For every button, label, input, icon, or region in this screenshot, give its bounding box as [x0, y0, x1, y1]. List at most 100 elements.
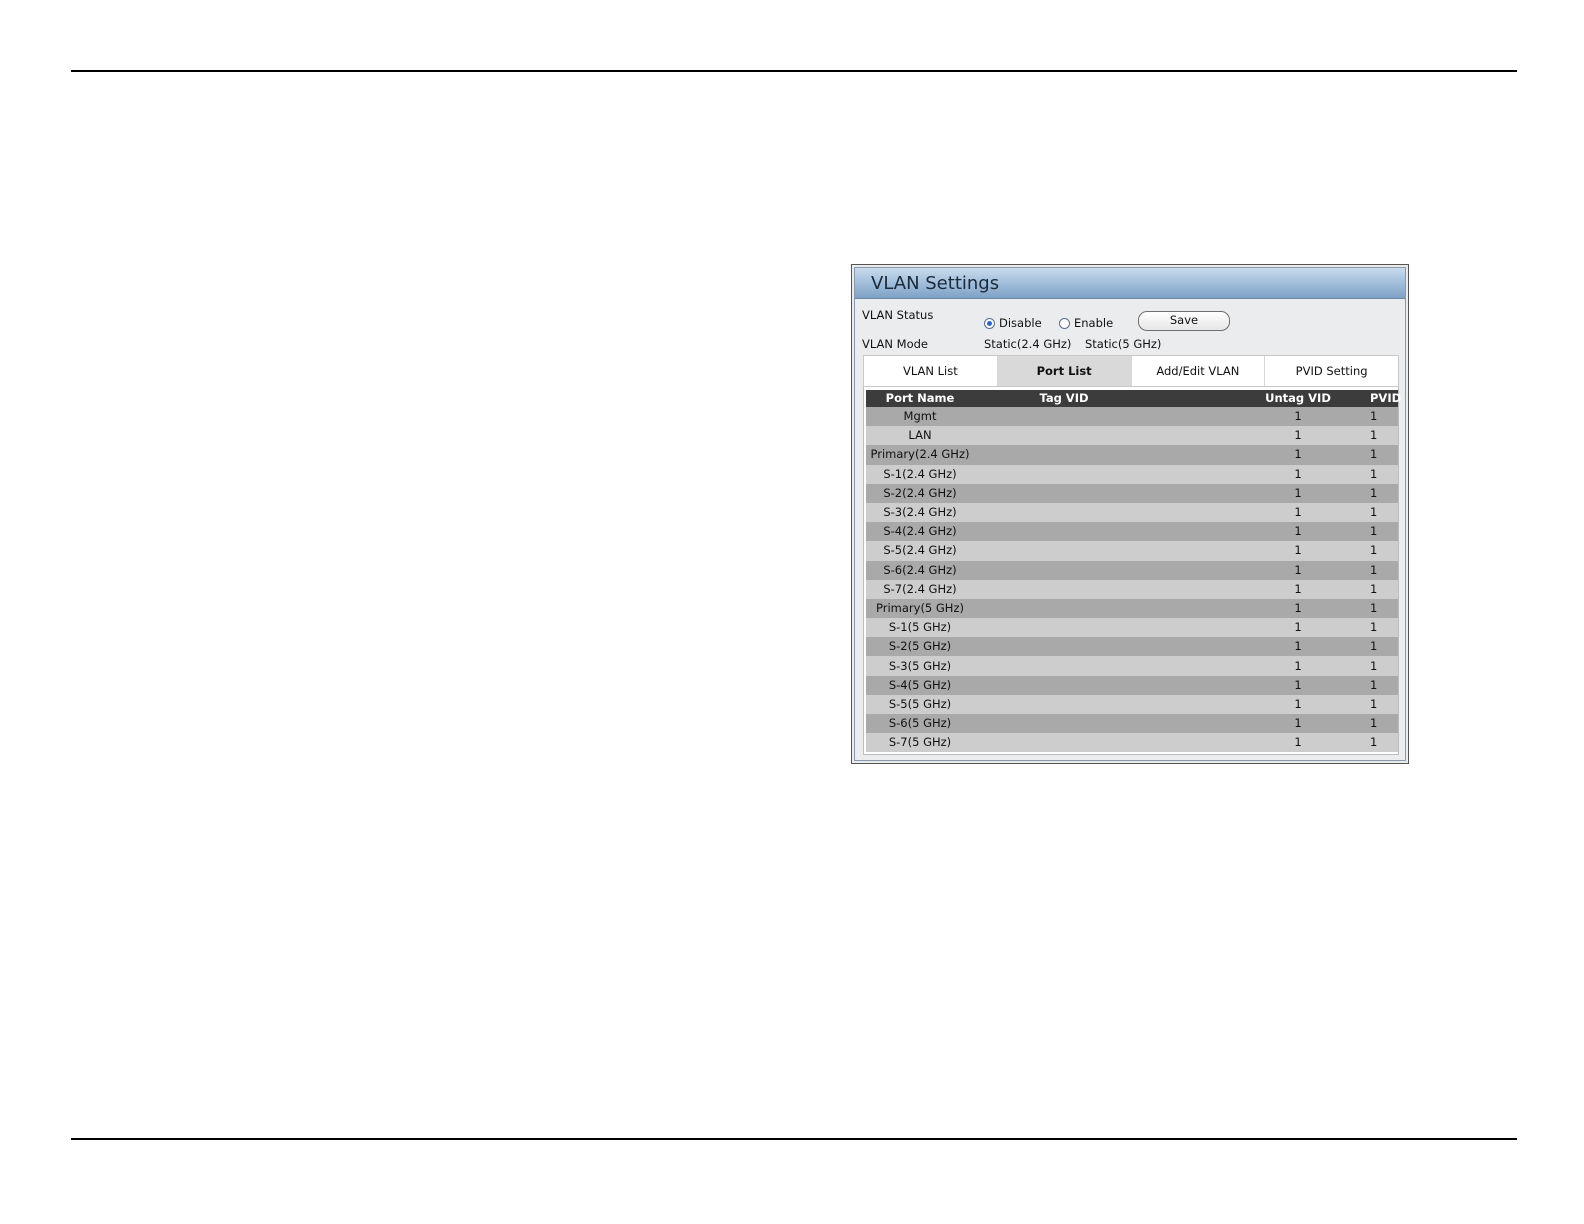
tab-pvid-setting[interactable]: PVID Setting: [1265, 356, 1398, 386]
cell-untag-vid: 1: [1294, 428, 1302, 443]
cell-tag-vid: [974, 733, 1226, 752]
table-row: S-6(5 GHz) 1 1: [866, 714, 1398, 734]
cell-port-name: S-2(5 GHz): [888, 639, 952, 654]
cell-tag-vid: [974, 522, 1226, 541]
cell-pvid: 1: [1370, 447, 1378, 462]
cell-port-name: Mgmt: [903, 409, 937, 424]
cell-port-name: S-1(2.4 GHz): [883, 466, 957, 481]
radio-disable[interactable]: Disable: [984, 316, 1042, 330]
cell-pvid: 1: [1370, 677, 1378, 692]
cell-untag-vid: 1: [1294, 466, 1302, 481]
cell-tag-vid: [974, 695, 1226, 714]
col-port-name: Port Name: [885, 391, 955, 405]
cell-pvid: 1: [1370, 428, 1378, 443]
cell-tag-vid: [974, 407, 1226, 426]
table-body: Mgmt 1 1 LAN 1 1 Primary(2.4 GHz) 1 1 S-1(2.4 GHz…: [866, 407, 1398, 753]
vlan-settings-body: VLAN Settings VLAN Status Disable Enable…: [854, 267, 1406, 761]
cell-pvid: 1: [1370, 600, 1378, 615]
cell-port-name: Primary(5 GHz): [876, 600, 964, 615]
table-row: S-4(2.4 GHz) 1 1: [866, 522, 1398, 542]
table-row: S-2(2.4 GHz) 1 1: [866, 483, 1398, 503]
save-button[interactable]: Save: [1138, 311, 1230, 331]
vlan-mode-5ghz: Static(5 GHz): [1085, 337, 1162, 351]
tab-vlan-list[interactable]: VLAN List: [864, 356, 998, 386]
vlan-mode-24ghz: Static(2.4 GHz): [984, 337, 1072, 351]
cell-port-name: S-4(2.4 GHz): [883, 524, 957, 539]
cell-tag-vid: [974, 676, 1226, 695]
cell-port-name: S-7(5 GHz): [888, 735, 952, 750]
table-row: S-2(5 GHz) 1 1: [866, 637, 1398, 657]
table-header-row: Port Name Tag VID Untag VID PVID: [866, 390, 1402, 407]
cell-untag-vid: 1: [1294, 658, 1302, 673]
cell-pvid: 1: [1370, 543, 1378, 558]
table-row: S-4(5 GHz) 1 1: [866, 675, 1398, 695]
bottom-rule: [71, 1138, 1517, 1140]
top-rule: [71, 70, 1517, 72]
cell-pvid: 1: [1370, 735, 1378, 750]
cell-untag-vid: 1: [1294, 581, 1302, 596]
cell-untag-vid: 1: [1294, 524, 1302, 539]
cell-untag-vid: 1: [1294, 639, 1302, 654]
port-list-table: Port Name Tag VID Untag VID PVID Mgmt 1 1 L…: [866, 390, 1402, 753]
cell-pvid: 1: [1370, 466, 1378, 481]
cell-untag-vid: 1: [1294, 716, 1302, 731]
table-row: S-1(2.4 GHz) 1 1: [866, 464, 1398, 484]
tab-port-list[interactable]: Port List: [997, 356, 1132, 386]
vlan-mode-label: VLAN Mode: [862, 337, 928, 351]
cell-port-name: LAN: [908, 428, 932, 443]
cell-pvid: 1: [1370, 485, 1378, 500]
cell-pvid: 1: [1370, 658, 1378, 673]
cell-tag-vid: [974, 561, 1226, 580]
cell-port-name: S-5(5 GHz): [888, 696, 952, 711]
cell-tag-vid: [974, 714, 1226, 733]
table-row: S-7(2.4 GHz) 1 1: [866, 579, 1398, 599]
col-tag-vid: Tag VID: [1039, 391, 1089, 405]
tab-add-edit-vlan[interactable]: Add/Edit VLAN: [1131, 356, 1266, 386]
cell-pvid: 1: [1370, 620, 1378, 635]
cell-port-name: S-1(5 GHz): [888, 620, 952, 635]
cell-tag-vid: [974, 484, 1226, 503]
vlan-status-row: VLAN Status Disable Enable Save: [862, 308, 1382, 332]
cell-untag-vid: 1: [1294, 562, 1302, 577]
radio-enable-dot[interactable]: [1059, 317, 1070, 329]
panel-title: VLAN Settings: [855, 268, 1405, 299]
cell-untag-vid: 1: [1294, 600, 1302, 615]
table-row: S-3(2.4 GHz) 1 1: [866, 502, 1398, 523]
cell-pvid: 1: [1370, 524, 1378, 539]
table-row: S-5(5 GHz) 1 1: [866, 694, 1398, 714]
cell-tag-vid: [974, 599, 1226, 618]
cell-tag-vid: [974, 465, 1226, 484]
cell-port-name: Primary(2.4 GHz): [870, 447, 970, 462]
cell-untag-vid: 1: [1294, 447, 1302, 462]
radio-enable[interactable]: Enable: [1059, 316, 1113, 330]
cell-port-name: S-4(5 GHz): [888, 677, 952, 692]
cell-port-name: S-7(2.4 GHz): [883, 581, 957, 596]
col-pvid: PVID: [1370, 391, 1402, 405]
cell-untag-vid: 1: [1294, 735, 1302, 750]
table-row: S-3(5 GHz) 1 1: [866, 656, 1398, 676]
cell-port-name: S-6(2.4 GHz): [883, 562, 957, 577]
vlan-mode-row: VLAN Mode Static(2.4 GHz) Static(5 GHz): [862, 337, 1382, 353]
table-row: S-5(2.4 GHz) 1 1: [866, 541, 1398, 561]
cell-tag-vid: [974, 580, 1226, 599]
cell-port-name: S-2(2.4 GHz): [883, 485, 957, 500]
cell-untag-vid: 1: [1294, 505, 1302, 520]
cell-tag-vid: [974, 541, 1226, 560]
cell-untag-vid: 1: [1294, 409, 1302, 424]
cell-tag-vid: [974, 445, 1226, 464]
table-row: LAN 1 1: [866, 426, 1398, 446]
cell-untag-vid: 1: [1294, 696, 1302, 711]
radio-disable-label: Disable: [999, 316, 1042, 330]
table-row: Primary(5 GHz) 1 1: [866, 598, 1398, 619]
radio-enable-label: Enable: [1074, 316, 1114, 330]
radio-disable-dot[interactable]: [984, 317, 995, 329]
cell-pvid: 1: [1370, 581, 1378, 596]
cell-port-name: S-6(5 GHz): [888, 716, 952, 731]
cell-port-name: S-3(5 GHz): [888, 658, 952, 673]
port-list-container: Port Name Tag VID Untag VID PVID Mgmt 1 1 L…: [863, 387, 1402, 755]
cell-pvid: 1: [1370, 716, 1378, 731]
table-row: S-7(5 GHz) 1 1: [866, 733, 1398, 753]
cell-pvid: 1: [1370, 505, 1378, 520]
vlan-settings-panel: VLAN Settings VLAN Status Disable Enable…: [851, 264, 1409, 764]
cell-tag-vid: [974, 637, 1226, 656]
